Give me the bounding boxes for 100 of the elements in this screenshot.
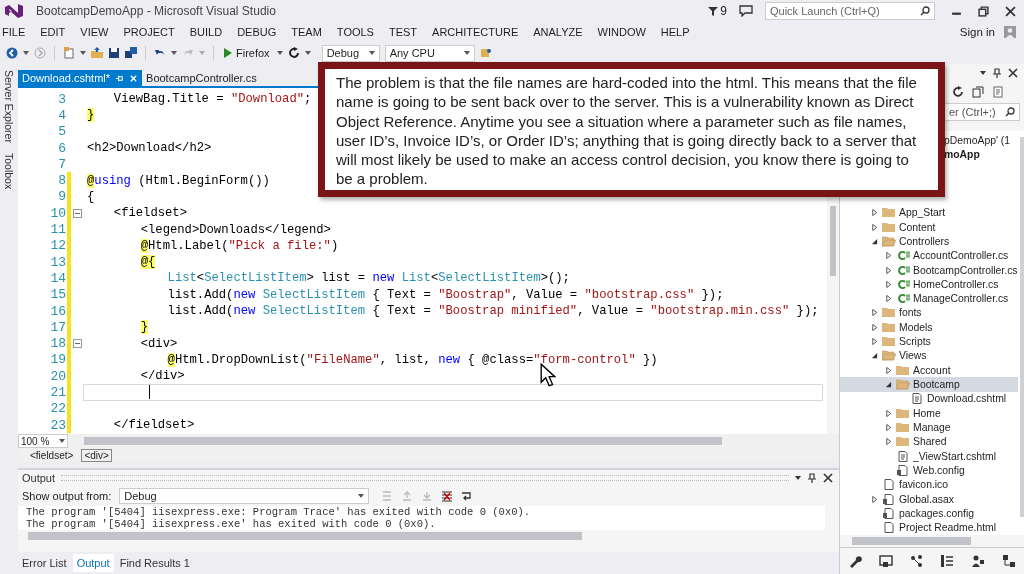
expand-arrow-icon[interactable] <box>870 338 878 346</box>
speech-bubble-icon[interactable] <box>739 5 753 17</box>
tree-item[interactable]: Controllers <box>899 235 950 247</box>
menu-item[interactable]: EDIT <box>40 26 66 38</box>
close-icon[interactable] <box>1005 5 1016 17</box>
expand-arrow-icon[interactable] <box>884 266 892 274</box>
menu-item[interactable]: WINDOW <box>597 26 646 38</box>
save-icon[interactable] <box>108 47 120 59</box>
output-source-dropdown[interactable]: Debug <box>119 488 370 504</box>
refresh-icon[interactable] <box>287 47 300 59</box>
expanded-arrow-icon[interactable] <box>870 352 878 360</box>
dropdown-caret-icon[interactable] <box>980 71 986 75</box>
expanded-arrow-icon[interactable] <box>884 381 892 389</box>
dropdown-caret-icon[interactable] <box>80 51 86 55</box>
quick-launch-field[interactable]: Quick Launch (Ctrl+Q) <box>765 2 935 20</box>
sign-in-link[interactable]: Sign in <box>959 26 995 38</box>
expand-arrow-icon[interactable] <box>870 223 878 231</box>
restore-icon[interactable] <box>978 5 989 17</box>
expand-arrow-icon[interactable] <box>884 423 892 431</box>
expand-arrow-icon[interactable] <box>884 409 892 417</box>
tree-item[interactable]: Download.cshtml <box>927 393 1007 405</box>
tree-item[interactable]: Manage <box>913 421 951 433</box>
open-folder-icon[interactable] <box>91 47 103 59</box>
tree-item[interactable]: pDemoApp' (1 <box>944 134 1011 146</box>
tree-item[interactable]: favicon.ico <box>899 479 949 491</box>
window-icon[interactable] <box>879 554 893 568</box>
panel-tab[interactable]: Output <box>72 554 114 572</box>
menu-item[interactable]: FILE <box>2 26 26 38</box>
menu-item[interactable]: TOOLS <box>336 26 374 38</box>
expand-arrow-icon[interactable] <box>884 366 892 374</box>
save-all-icon[interactable] <box>125 47 137 59</box>
menu-item[interactable]: ANALYZE <box>533 26 583 38</box>
tree-item[interactable]: ManageController.cs <box>913 293 1009 305</box>
search-field[interactable]: er (Ctrl+;) <box>944 103 1020 121</box>
filter-icon[interactable] <box>708 6 719 16</box>
hierarchy-icon[interactable] <box>909 554 924 568</box>
tree-item[interactable]: Shared <box>913 436 947 448</box>
panel-tab[interactable]: Find Results 1 <box>115 554 194 572</box>
tree-item[interactable]: Global.asax <box>899 493 954 505</box>
expand-arrow-icon[interactable] <box>870 495 878 503</box>
side-panel-tab[interactable]: Toolbox <box>3 152 15 190</box>
class-view-icon[interactable] <box>1001 554 1016 568</box>
tree-item[interactable]: Models <box>899 321 933 333</box>
tree-item[interactable]: Home <box>913 407 941 419</box>
menu-item[interactable]: ARCHITECTURE <box>432 26 519 38</box>
tree-item[interactable]: _ViewStart.cshtml <box>913 450 996 462</box>
configuration-dropdown[interactable]: Debug <box>321 44 380 62</box>
collapse-icon[interactable] <box>72 208 82 218</box>
team-icon[interactable] <box>970 554 985 568</box>
tree-item[interactable]: packages.config <box>899 507 975 519</box>
tree-item[interactable]: Views <box>899 350 927 362</box>
tree-item[interactable]: Account <box>913 364 951 376</box>
pin-icon[interactable] <box>115 73 125 83</box>
expand-arrow-icon[interactable] <box>884 252 892 260</box>
breadcrumb-item[interactable]: <fieldset> <box>28 449 76 461</box>
tree-item[interactable]: Project Readme.html <box>899 522 997 534</box>
expand-arrow-icon[interactable] <box>870 323 878 331</box>
platform-dropdown[interactable]: Any CPU <box>384 44 475 62</box>
menu-item[interactable]: VIEW <box>80 26 109 38</box>
menu-item[interactable]: BUILD <box>189 26 223 38</box>
tree-item[interactable]: Bootcamp <box>913 379 960 391</box>
document-tab[interactable]: BootcampController.cs <box>142 70 261 86</box>
expand-arrow-icon[interactable] <box>884 295 892 303</box>
document-tab[interactable]: Download.cshtml* <box>18 70 143 86</box>
find-in-files-icon[interactable] <box>479 47 492 59</box>
notification-count[interactable]: 9 <box>720 4 727 18</box>
properties-icon[interactable] <box>940 554 955 568</box>
wrench-icon[interactable] <box>848 554 863 568</box>
panel-tab[interactable]: Error List <box>18 554 71 572</box>
start-debugging-button[interactable]: Firefox <box>222 47 272 59</box>
tree-item[interactable]: moApp <box>944 148 980 160</box>
tree-item[interactable]: AccountController.cs <box>913 250 1009 262</box>
zoom-dropdown[interactable]: 100 % <box>18 434 68 448</box>
dropdown-caret-icon[interactable] <box>276 51 283 55</box>
dropdown-caret-icon[interactable] <box>795 476 801 480</box>
dropdown-caret-icon[interactable] <box>23 51 29 55</box>
clear-all-icon[interactable] <box>441 490 454 502</box>
selected-row[interactable]: Bootcamp <box>840 377 1018 392</box>
side-panel-tab[interactable]: Server Explorer <box>3 70 15 143</box>
collapse-icon[interactable] <box>72 339 82 349</box>
refresh-icon[interactable] <box>952 86 964 98</box>
dropdown-caret-icon[interactable] <box>304 51 311 55</box>
tree-item[interactable]: BootcampController.cs <box>913 264 1018 276</box>
word-wrap-icon[interactable] <box>461 490 474 502</box>
expand-arrow-icon[interactable] <box>870 309 878 317</box>
menu-item[interactable]: TEST <box>388 26 418 38</box>
close-icon[interactable] <box>1008 68 1018 78</box>
pin-icon[interactable] <box>992 68 1002 78</box>
copy-icon[interactable] <box>992 86 1004 98</box>
menu-item[interactable]: HELP <box>660 26 690 38</box>
expanded-arrow-icon[interactable] <box>870 237 878 245</box>
dropdown-caret-icon[interactable] <box>171 51 177 55</box>
expand-arrow-icon[interactable] <box>884 280 892 288</box>
tree-item[interactable]: fonts <box>899 307 922 319</box>
close-icon[interactable] <box>823 473 833 483</box>
tree-item[interactable]: HomeController.cs <box>913 278 999 290</box>
menu-item[interactable]: PROJECT <box>123 26 175 38</box>
breadcrumb-item[interactable]: <div> <box>81 448 112 462</box>
tree-item[interactable]: App_Start <box>899 207 946 219</box>
menu-item[interactable]: TEAM <box>291 26 322 38</box>
